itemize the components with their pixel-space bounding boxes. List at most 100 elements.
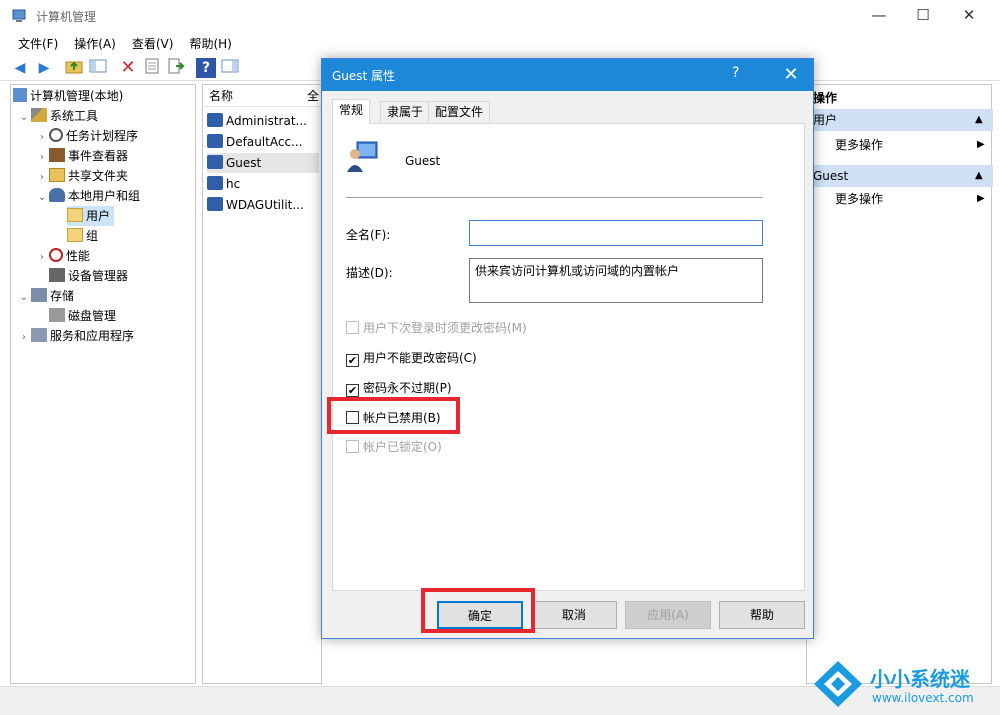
help-icon[interactable]: ? — [196, 58, 216, 78]
tree-item-local-users-groups[interactable]: ⌄ 本地用户和组 — [35, 186, 140, 206]
tree-item-disk-management[interactable]: 磁盘管理 — [49, 306, 116, 326]
tools-icon — [31, 108, 47, 122]
show-hide-tree-icon[interactable] — [88, 58, 108, 78]
actions-section-guest[interactable]: Guest ▲ — [807, 165, 993, 187]
back-arrow-icon[interactable]: ◀ — [10, 58, 30, 78]
full-name-label: 全名(F): — [346, 228, 391, 242]
user-icon — [207, 155, 223, 169]
tab-member-of[interactable]: 隶属于 — [380, 101, 431, 123]
dialog-help-button[interactable]: ? — [732, 65, 739, 81]
close-button[interactable]: ✕ — [946, 0, 992, 30]
properties-icon[interactable] — [142, 58, 162, 78]
tree-item-system-tools[interactable]: ⌄ 系统工具 — [17, 106, 98, 126]
minimize-button[interactable]: — — [856, 0, 902, 30]
computer-management-icon — [12, 8, 28, 24]
delete-icon[interactable]: ✕ — [118, 58, 138, 78]
more-actions-item[interactable]: 更多操作 ▶ — [835, 189, 985, 209]
chevron-right-icon[interactable]: › — [35, 168, 49, 188]
chevron-down-icon[interactable]: ⌄ — [17, 288, 31, 308]
tab-general[interactable]: 常规 — [332, 99, 371, 124]
password-never-expires-checkbox[interactable]: ✔ 密码永不过期(P) — [346, 379, 452, 397]
chevron-right-icon[interactable]: › — [35, 148, 49, 168]
guest-properties-dialog: Guest 属性 ? ✕ 常规 隶属于 配置文件 Guest 全名(F): 描述… — [321, 58, 814, 639]
full-name-input[interactable] — [469, 220, 763, 246]
menu-action[interactable]: 操作(A) — [66, 32, 124, 55]
menu-help[interactable]: 帮助(H) — [181, 32, 239, 55]
checkmark-icon: ✔ — [346, 354, 359, 367]
chevron-right-icon[interactable]: › — [35, 128, 49, 148]
tree-item-event-viewer[interactable]: › 事件查看器 — [35, 146, 128, 166]
user-list: 名称全 Administrat... DefaultAcc... Guest h… — [202, 84, 323, 684]
more-actions-item[interactable]: 更多操作 ▶ — [835, 135, 985, 155]
submenu-arrow-icon: ▶ — [977, 193, 985, 204]
event-viewer-icon — [49, 148, 65, 162]
user-icon — [207, 134, 223, 148]
user-icon — [207, 176, 223, 190]
general-tab-panel: Guest 全名(F): 描述(D): 供来宾访问计算机或访问域的内置帐户 用户… — [332, 123, 805, 591]
list-item[interactable]: hc — [207, 174, 240, 194]
submenu-arrow-icon: ▶ — [977, 139, 985, 150]
account-locked-checkbox: 帐户已锁定(O) — [346, 438, 442, 456]
user-name: Guest — [405, 154, 441, 168]
menu-bar: 文件(F) 操作(A) 查看(V) 帮助(H) — [0, 32, 1000, 54]
computer-icon — [13, 88, 27, 102]
watermark-title: 小小系统迷 — [870, 667, 970, 691]
tree-item-shared-folders[interactable]: › 共享文件夹 — [35, 166, 128, 186]
shared-folder-icon — [49, 168, 65, 182]
chevron-right-icon[interactable]: › — [35, 248, 49, 268]
actions-section-users[interactable]: 用户 ▲ — [807, 109, 993, 131]
action-pane-icon[interactable] — [220, 58, 240, 78]
dialog-title-bar: Guest 属性 ? ✕ — [322, 59, 813, 91]
device-manager-icon — [49, 268, 65, 282]
tree-item-performance[interactable]: › 性能 — [35, 246, 90, 266]
tab-profile[interactable]: 配置文件 — [428, 101, 491, 123]
tree-item-groups[interactable]: 组 — [67, 226, 98, 246]
clock-icon — [49, 128, 63, 142]
tree-item-users[interactable]: 用户 — [67, 206, 115, 226]
watermark: 小小系统迷 www.ilovext.com — [810, 657, 1000, 713]
disk-icon — [49, 308, 65, 322]
users-icon — [49, 188, 65, 202]
folder-icon — [67, 228, 83, 242]
divider — [346, 197, 763, 198]
highlight-ok-button — [421, 588, 535, 633]
tree-item-services-apps[interactable]: › 服务和应用程序 — [17, 326, 134, 346]
maximize-button[interactable]: ☐ — [900, 0, 946, 30]
checkbox-box — [346, 440, 359, 453]
chevron-right-icon[interactable]: › — [17, 328, 31, 348]
highlight-account-disabled — [327, 397, 460, 434]
list-item[interactable]: DefaultAcc... — [207, 132, 302, 152]
dialog-close-button[interactable]: ✕ — [774, 61, 808, 89]
export-list-icon[interactable] — [166, 58, 186, 78]
checkbox-box — [346, 321, 359, 334]
column-header-name[interactable]: 名称全 — [203, 85, 323, 107]
dialog-title: Guest 属性 — [332, 69, 396, 83]
tree-item-task-scheduler[interactable]: › 任务计划程序 — [35, 126, 138, 146]
title-bar: 计算机管理 — ☐ ✕ — [0, 0, 1000, 32]
help-button[interactable]: 帮助 — [719, 601, 805, 629]
forward-arrow-icon[interactable]: ▶ — [34, 58, 54, 78]
chevron-down-icon[interactable]: ⌄ — [35, 188, 49, 208]
list-item[interactable]: Administrat... — [207, 111, 307, 131]
collapse-icon[interactable]: ▲ — [975, 165, 983, 187]
actions-pane: 操作 用户 ▲ 更多操作 ▶ Guest ▲ 更多操作 ▶ — [806, 84, 993, 684]
collapse-icon[interactable]: ▲ — [975, 109, 983, 131]
watermark-logo-icon — [814, 661, 862, 707]
list-item[interactable]: Guest — [207, 153, 319, 173]
up-folder-icon[interactable] — [64, 58, 84, 78]
tree-item-device-manager[interactable]: 设备管理器 — [49, 266, 128, 286]
menu-file[interactable]: 文件(F) — [10, 32, 66, 55]
cannot-change-password-checkbox[interactable]: ✔ 用户不能更改密码(C) — [346, 349, 477, 367]
tree-item-computer-management[interactable]: 计算机管理(本地) — [13, 86, 123, 106]
description-input[interactable]: 供来宾访问计算机或访问域的内置帐户 — [469, 258, 763, 303]
tree-item-storage[interactable]: ⌄ 存储 — [17, 286, 74, 306]
user-icon — [207, 113, 223, 127]
chevron-down-icon[interactable]: ⌄ — [17, 108, 31, 128]
cancel-button[interactable]: 取消 — [531, 601, 617, 629]
menu-view[interactable]: 查看(V) — [124, 32, 182, 55]
list-item[interactable]: WDAGUtilit... — [207, 195, 304, 215]
performance-icon — [49, 248, 63, 262]
folder-icon — [67, 208, 83, 222]
console-tree: 计算机管理(本地) ⌄ 系统工具 › 任务计划程序 › 事件查看器 › 共享文件夹 ⌄ 本… — [10, 84, 196, 684]
services-icon — [31, 328, 47, 342]
